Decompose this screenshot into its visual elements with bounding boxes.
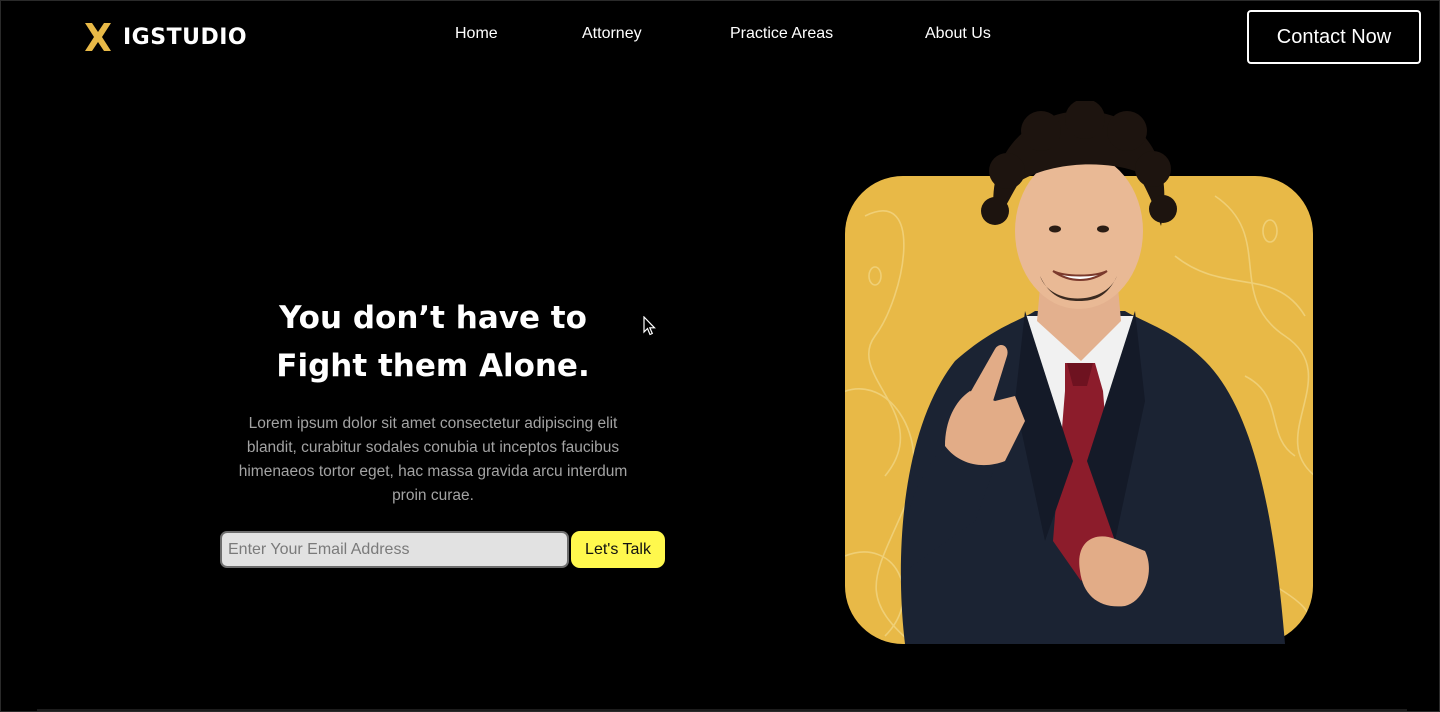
hero-description: Lorem ipsum dolor sit amet consectetur a… xyxy=(238,415,628,504)
nav-about-us[interactable]: About Us xyxy=(925,25,991,43)
nav-practice-areas[interactable]: Practice Areas xyxy=(730,25,833,43)
contact-now-button[interactable]: Contact Now xyxy=(1247,10,1421,64)
email-input[interactable] xyxy=(220,531,569,568)
hero-title-line2: Fight them Alone. xyxy=(276,348,590,384)
page: IGSTUDIO Home Attorney Practice Areas Ab… xyxy=(0,0,1440,712)
mouse-cursor-icon xyxy=(643,316,656,336)
attorney-illustration xyxy=(900,101,1285,644)
hero-photo xyxy=(845,101,1313,644)
main-nav: Home Attorney Practice Areas About Us xyxy=(1,25,1439,49)
hero-title-line1: You don’t have to xyxy=(279,300,587,336)
nav-attorney[interactable]: Attorney xyxy=(582,25,642,43)
nav-home[interactable]: Home xyxy=(455,25,498,43)
lets-talk-button[interactable]: Let's Talk xyxy=(571,531,665,568)
hero-title: You don’t have to Fight them Alone. xyxy=(213,294,653,390)
